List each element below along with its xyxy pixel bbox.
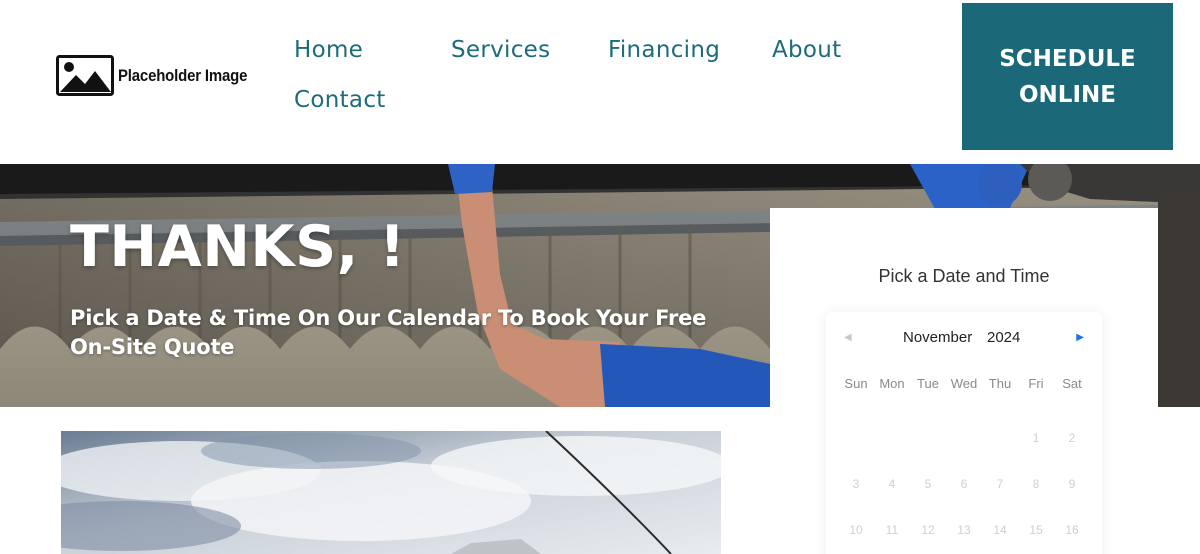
weekday-sat: Sat — [1062, 376, 1082, 391]
calendar-day: 5 — [924, 477, 932, 491]
weekday-thu: Thu — [988, 376, 1012, 391]
calendar-widget: ◀ November 2024 ▶ Sun Mon Tue Wed Thu Fr… — [826, 312, 1102, 554]
calendar-day: 4 — [888, 477, 896, 491]
logo-text: Placeholder Image — [118, 65, 248, 85]
calendar-day: 10 — [849, 523, 863, 537]
calendar-day: 16 — [1065, 523, 1079, 537]
nav-financing[interactable]: Financing — [608, 37, 720, 63]
image-placeholder-icon — [56, 55, 114, 96]
calendar-day: 9 — [1068, 477, 1076, 491]
site-header: Placeholder Image Home Services Financin… — [0, 0, 1200, 164]
calendar-day: 13 — [957, 523, 971, 537]
triangle-left-icon[interactable]: ◀ — [844, 332, 852, 343]
weekday-wed: Wed — [950, 376, 978, 391]
hero-title: THANKS, ! — [70, 214, 406, 280]
nav-home[interactable]: Home — [294, 37, 363, 63]
site-logo[interactable]: Placeholder Image — [56, 55, 265, 96]
schedule-online-button[interactable]: SCHEDULE ONLINE — [962, 3, 1173, 150]
house-photo — [61, 431, 721, 554]
booking-panel: Pick a Date and Time ◀ November 2024 ▶ S… — [770, 208, 1158, 554]
nav-services[interactable]: Services — [451, 37, 550, 63]
sky-photo — [61, 431, 721, 554]
nav-contact[interactable]: Contact — [294, 87, 386, 113]
calendar-day: 15 — [1029, 523, 1043, 537]
calendar-day: 6 — [960, 477, 968, 491]
weekday-mon: Mon — [879, 376, 905, 391]
calendar-day: 12 — [921, 523, 935, 537]
calendar-day: 11 — [885, 523, 899, 537]
calendar-year-select[interactable]: 2024 — [987, 329, 1020, 346]
triangle-right-icon[interactable]: ▶ — [1076, 332, 1084, 343]
calendar-day: 2 — [1068, 431, 1076, 445]
hero-subtitle: Pick a Date & Time On Our Calendar To Bo… — [70, 306, 707, 359]
weekday-tue: Tue — [917, 376, 939, 391]
calendar-day: 3 — [852, 477, 860, 491]
calendar-day: 1 — [1032, 431, 1040, 445]
nav-about[interactable]: About — [772, 37, 842, 63]
calendar-month-select[interactable]: November — [903, 329, 972, 346]
weekday-sun: Sun — [844, 376, 868, 391]
calendar-header: ◀ November 2024 ▶ — [826, 329, 1102, 349]
calendar-day: 7 — [996, 477, 1004, 491]
calendar-day: 14 — [993, 523, 1007, 537]
booking-title: Pick a Date and Time — [878, 266, 1050, 286]
calendar-day: 8 — [1032, 477, 1040, 491]
weekday-fri: Fri — [1028, 376, 1044, 391]
